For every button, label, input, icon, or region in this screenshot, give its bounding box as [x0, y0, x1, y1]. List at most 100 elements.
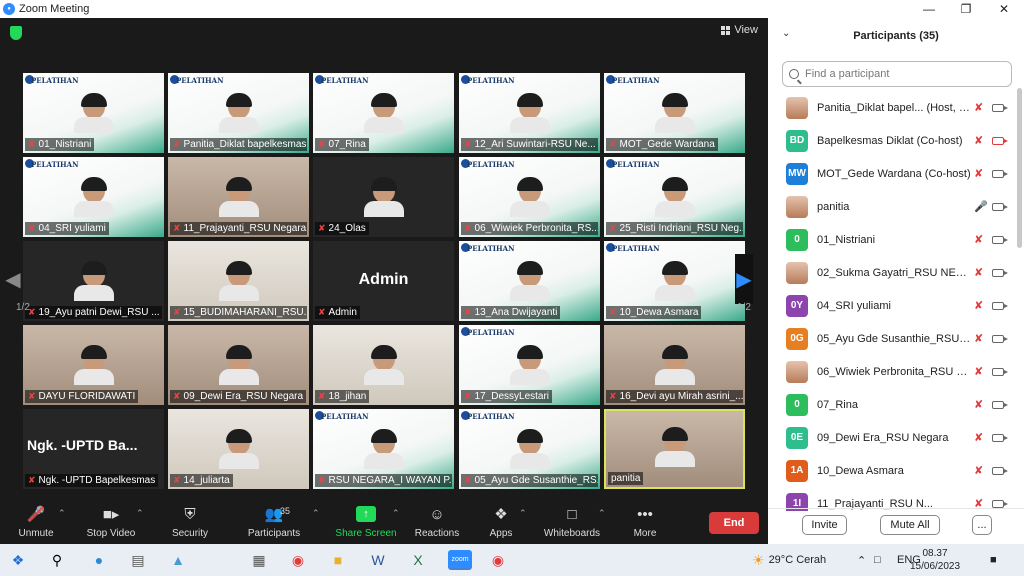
participant-row[interactable]: 0Y 04_SRI yuliami ✘ [768, 289, 1018, 322]
tray-chevron-icon[interactable]: ⌃ [857, 544, 866, 576]
participant-row[interactable]: panitia 🎤 [768, 190, 1018, 223]
security-shield-icon[interactable] [10, 26, 22, 40]
participant-row[interactable]: 06_Wiwiek Perbronita_RSU Ne... ✘ [768, 355, 1018, 388]
video-camera-icon[interactable] [992, 400, 1008, 409]
muted-microphone-icon[interactable]: ✘ [974, 134, 983, 147]
participant-row[interactable]: 0G 05_Ayu Gde Susanthie_RSU Ne... ✘ [768, 322, 1018, 355]
whiteboards-chevron-icon[interactable]: ⌃ [598, 508, 606, 519]
participant-row[interactable]: MW MOT_Gede Wardana (Co-host) ✘ [768, 157, 1018, 190]
video-tile[interactable]: ✘ 14_juliarta [168, 409, 309, 489]
share-options-chevron-icon[interactable]: ⌃ [392, 508, 400, 519]
share-screen-button[interactable]: ↑ Share Screen [334, 504, 398, 539]
video-camera-icon[interactable] [992, 367, 1008, 376]
video-camera-icon[interactable] [992, 433, 1008, 442]
mute-all-button[interactable]: Mute All [880, 515, 940, 535]
next-page-arrow-icon[interactable]: ▶ [735, 254, 753, 304]
participants-chevron-icon[interactable]: ⌃ [312, 508, 320, 519]
participant-row[interactable]: 1A 10_Dewa Asmara ✘ [768, 454, 1018, 487]
minimize-button[interactable]: — [911, 0, 947, 18]
panel-more-button[interactable]: ... [972, 515, 992, 535]
video-camera-icon[interactable] [992, 202, 1008, 211]
video-tile[interactable]: PELATIHAN ✘ 25_Risti Indriani_RSU Neg... [604, 157, 745, 237]
file-manager-icon[interactable]: ▤ [128, 550, 148, 570]
video-tile[interactable]: PELATIHAN ✘ 05_Ayu Gde Susanthie_RS... [459, 409, 600, 489]
view-button[interactable]: View [721, 24, 758, 36]
chrome-icon-2[interactable]: ◉ [488, 550, 508, 570]
video-camera-icon[interactable] [992, 499, 1008, 508]
video-camera-icon[interactable] [992, 466, 1008, 475]
video-tile[interactable]: ✘ DAYU FLORIDAWATI [23, 325, 164, 405]
muted-microphone-icon[interactable]: ✘ [974, 101, 983, 114]
muted-microphone-icon[interactable]: ✘ [974, 266, 983, 279]
muted-microphone-icon[interactable]: ✘ [974, 299, 983, 312]
video-camera-icon[interactable] [992, 169, 1008, 178]
chrome-icon[interactable]: ◉ [288, 550, 308, 570]
muted-microphone-icon[interactable]: ✘ [974, 332, 983, 345]
video-camera-icon[interactable] [992, 268, 1008, 277]
participant-search[interactable] [782, 61, 1012, 87]
stop-video-button[interactable]: ■▸ Stop Video [79, 504, 143, 539]
video-tile[interactable]: Admin ✘ Admin [313, 241, 454, 321]
folder-icon[interactable]: ■ [328, 550, 348, 570]
muted-microphone-icon[interactable]: ✘ [974, 365, 983, 378]
audio-options-chevron-icon[interactable]: ⌃ [58, 508, 66, 519]
word-icon[interactable]: W [368, 550, 388, 570]
muted-microphone-icon[interactable]: ✘ [974, 431, 983, 444]
video-camera-icon[interactable] [992, 301, 1008, 310]
video-tile[interactable]: ✘ 15_BUDIMAHARANI_RSU... [168, 241, 309, 321]
search-icon[interactable]: ⚲ [47, 550, 67, 570]
maximize-button[interactable]: ❐ [948, 0, 984, 18]
participant-row[interactable]: BD Bapelkesmas Diklat (Co-host) ✘ [768, 124, 1018, 157]
apps-chevron-icon[interactable]: ⌃ [519, 508, 527, 519]
participant-row[interactable]: 02_Sukma Gayatri_RSU NEGARA ✘ [768, 256, 1018, 289]
participants-button[interactable]: 👥 35 Participants [242, 504, 306, 539]
weather-widget[interactable]: ☀ 29°C Cerah [752, 544, 826, 576]
participant-row[interactable]: 0 01_Nistriani ✘ [768, 223, 1018, 256]
whiteboards-button[interactable]: □ Whiteboards [540, 504, 604, 540]
muted-microphone-icon[interactable]: ✘ [974, 233, 983, 246]
microphone-icon[interactable]: 🎤 [974, 200, 988, 213]
video-options-chevron-icon[interactable]: ⌃ [136, 508, 144, 519]
participant-row[interactable]: 0E 09_Dewi Era_RSU Negara ✘ [768, 421, 1018, 454]
video-tile[interactable]: PELATIHAN ✘ 10_Dewa Asmara [604, 241, 745, 321]
excel-icon[interactable]: X [408, 550, 428, 570]
video-camera-icon[interactable] [992, 235, 1008, 244]
collapse-chevron-icon[interactable]: ⌄ [782, 28, 790, 39]
video-tile[interactable]: PELATIHAN ✘ 12_Ari Suwintari-RSU Ne... [459, 73, 600, 153]
muted-microphone-icon[interactable]: ✘ [974, 167, 983, 180]
close-button[interactable]: ✕ [986, 0, 1022, 18]
muted-microphone-icon[interactable]: ✘ [974, 464, 983, 477]
participant-row[interactable]: Panitia_Diklat bapel... (Host, me) ✘ [768, 91, 1018, 124]
video-tile[interactable]: ✘ 09_Dewi Era_RSU Negara [168, 325, 309, 405]
video-camera-icon[interactable] [992, 103, 1008, 112]
video-tile[interactable]: ✘ 24_Olas [313, 157, 454, 237]
muted-microphone-icon[interactable]: ✘ [974, 398, 983, 411]
video-tile[interactable]: PELATIHAN ✘ 17_DessyLestari [459, 325, 600, 405]
search-input[interactable] [805, 68, 1005, 80]
video-tile[interactable]: PELATIHAN ✘ 13_Ana Dwijayanti [459, 241, 600, 321]
participant-list-scrollbar[interactable] [1017, 88, 1022, 248]
security-button[interactable]: ⛨ Security [158, 504, 222, 540]
video-tile[interactable]: PELATIHAN ✘ 01_Nistriani [23, 73, 164, 153]
video-tile[interactable]: ✘ 18_jihan [313, 325, 454, 405]
video-off-icon[interactable] [992, 136, 1008, 145]
end-meeting-button[interactable]: End [709, 512, 759, 534]
more-button[interactable]: ••• More [613, 504, 677, 540]
edge-browser-icon[interactable]: ● [89, 550, 109, 570]
video-tile[interactable]: PELATIHAN ✘ 06_Wiwiek Perbronita_RS... [459, 157, 600, 237]
reactions-button[interactable]: ☺ Reactions [405, 504, 469, 540]
video-tile[interactable]: ✘ 16_Devi ayu Mirah asrini_... [604, 325, 745, 405]
video-camera-icon[interactable] [992, 334, 1008, 343]
video-tile[interactable]: PELATIHAN ✘ Panitia_Diklat bapelkesmas [168, 73, 309, 153]
previous-page-arrow-icon[interactable]: ◀ [4, 254, 22, 304]
windows-start-icon[interactable]: ❖ [8, 550, 28, 570]
app-icon[interactable]: ▲ [168, 550, 188, 570]
video-tile[interactable]: PELATIHAN ✘ 04_SRI yuliami [23, 157, 164, 237]
calculator-icon[interactable]: ▦ [249, 550, 269, 570]
zoom-taskbar-icon[interactable]: zoom [448, 550, 472, 570]
invite-button[interactable]: Invite [802, 515, 847, 535]
video-tile[interactable]: Ngk. -UPTD Ba... ✘ Ngk. -UPTD Bapelkesmas [23, 409, 164, 489]
clock[interactable]: 08.37 15/06/2023 [910, 547, 960, 573]
network-icon[interactable]: □ [874, 544, 881, 576]
video-tile[interactable]: ✘ 11_Prajayanti_RSU Negara [168, 157, 309, 237]
